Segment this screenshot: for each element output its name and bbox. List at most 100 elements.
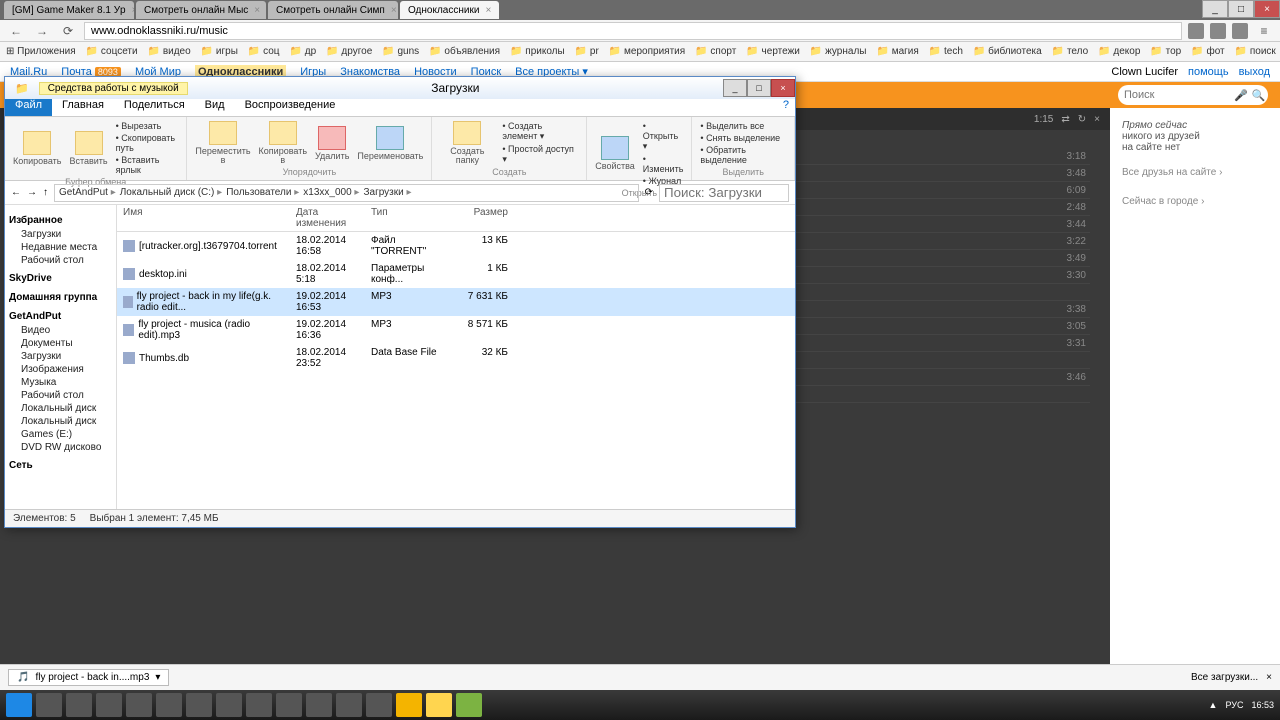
taskbar-app[interactable] [36, 693, 62, 717]
start-button[interactable] [6, 693, 32, 717]
nav-item[interactable]: Games (E:) [7, 428, 114, 441]
reload-button[interactable]: ⟳ [58, 22, 78, 40]
taskbar-app[interactable] [306, 693, 332, 717]
bookmark-item[interactable]: 📁 магия [876, 46, 918, 57]
maximize-button[interactable]: □ [747, 79, 771, 97]
tab-gamemaker[interactable]: [GM] Game Maker 8.1 Уp× [4, 1, 134, 19]
taskbar-app[interactable] [246, 693, 272, 717]
taskbar-app[interactable] [216, 693, 242, 717]
nav-item[interactable]: Локальный диск [7, 415, 114, 428]
bookmark-item[interactable]: 📁 декор [1098, 46, 1140, 57]
bookmark-item[interactable]: 📁 pr [575, 46, 599, 57]
close-button[interactable]: × [771, 79, 795, 97]
taskbar-app[interactable] [336, 693, 362, 717]
explorer-search-input[interactable] [659, 184, 789, 202]
shuffle-icon[interactable]: ⇄ [1061, 114, 1069, 125]
invert-selection-button[interactable]: Обратить выделение [700, 145, 786, 165]
bookmark-item[interactable]: 📁 спорт [695, 46, 736, 57]
clock[interactable]: 16:53 [1251, 700, 1274, 710]
col-type[interactable]: Тип [367, 205, 457, 231]
bookmark-item[interactable]: 📁 чертежи [746, 46, 800, 57]
nav-item[interactable]: Изображения [7, 363, 114, 376]
bookmark-item[interactable]: 📁 tech [929, 46, 963, 57]
bookmark-item[interactable]: 📁 соц [248, 46, 280, 57]
all-downloads-link[interactable]: Все загрузки... [1191, 672, 1258, 683]
file-row[interactable]: fly project - musica (radio edit).mp319.… [117, 316, 795, 344]
logout-link[interactable]: выход [1239, 66, 1270, 78]
delete-button[interactable]: Удалить [315, 121, 349, 165]
bookmark-item[interactable]: 📁 guns [382, 46, 419, 57]
taskbar-chrome[interactable] [396, 693, 422, 717]
nav-item[interactable]: Локальный диск [7, 402, 114, 415]
rename-button[interactable]: Переименовать [357, 121, 423, 165]
col-name[interactable]: Имя [117, 205, 292, 231]
easy-access-button[interactable]: Простой доступ ▾ [502, 144, 578, 165]
forward-button[interactable]: → [32, 22, 52, 40]
tab-video2[interactable]: Смотреть онлайн Симп× [268, 1, 398, 19]
close-player-icon[interactable]: × [1094, 114, 1100, 125]
new-folder-button[interactable]: Создать папку [440, 121, 494, 165]
bookmark-item[interactable]: 📁 мероприятия [609, 46, 685, 57]
taskbar-app[interactable] [456, 693, 482, 717]
nav-skydrive[interactable]: SkyDrive [7, 271, 114, 286]
music-tools-tab[interactable]: Средства работы с музыкой [39, 82, 188, 95]
taskbar-app[interactable] [186, 693, 212, 717]
nav-homegroup[interactable]: Домашняя группа [7, 290, 114, 305]
ribbon-tab-share[interactable]: Поделиться [114, 99, 195, 116]
nav-network[interactable]: Сеть [7, 458, 114, 473]
back-button[interactable]: ← [11, 187, 21, 198]
mic-icon[interactable]: 🎤 [1234, 89, 1248, 102]
taskbar-app[interactable] [366, 693, 392, 717]
crumb[interactable]: x13xx_000 [303, 187, 359, 198]
download-chip[interactable]: 🎵 fly project - back in....mp3 ▾ [8, 669, 169, 686]
tab-video1[interactable]: Смотреть онлайн Мыс× [136, 1, 266, 19]
cut-button[interactable]: Вырезать [116, 121, 179, 131]
copy-button[interactable]: Копировать [13, 121, 61, 175]
bookmark-item[interactable]: 📁 фот [1191, 46, 1224, 57]
close-icon[interactable]: × [391, 5, 397, 16]
bookmark-item[interactable]: 📁 библиотека [973, 46, 1042, 57]
ribbon-tab-play[interactable]: Воспроизведение [235, 99, 346, 116]
taskbar-app[interactable] [96, 693, 122, 717]
refresh-icon[interactable]: ⟳ [645, 187, 653, 198]
forward-button[interactable]: → [27, 187, 37, 198]
lang-indicator[interactable]: РУС [1225, 700, 1243, 710]
file-row[interactable]: desktop.ini18.02.2014 5:18Параметры конф… [117, 260, 795, 288]
help-link[interactable]: помощь [1188, 66, 1229, 78]
select-all-button[interactable]: Выделить все [700, 121, 786, 131]
taskbar-explorer[interactable] [426, 693, 452, 717]
taskbar-app[interactable] [126, 693, 152, 717]
file-row[interactable]: [rutracker.org].t3679704.torrent18.02.20… [117, 232, 795, 260]
move-to-button[interactable]: Переместить в [195, 121, 250, 165]
ribbon-tab-view[interactable]: Вид [195, 99, 235, 116]
search-icon[interactable]: 🔍 [1252, 89, 1266, 102]
bookmark-item[interactable]: 📁 объявления [429, 46, 500, 57]
extension-icon[interactable] [1210, 23, 1226, 39]
copy-path-button[interactable]: Скопировать путь [116, 133, 179, 153]
nav-item[interactable]: Документы [7, 337, 114, 350]
nav-downloads[interactable]: Загрузки [7, 228, 114, 241]
city-now-link[interactable]: Сейчас в городе › [1122, 196, 1268, 207]
select-none-button[interactable]: Снять выделение [700, 133, 786, 143]
nav-item[interactable]: Музыка [7, 376, 114, 389]
taskbar-app[interactable] [66, 693, 92, 717]
search-input[interactable] [1124, 89, 1234, 101]
breadcrumb[interactable]: GetAndPutЛокальный диск (C:)Пользователи… [54, 184, 639, 202]
nav-item[interactable]: DVD RW дисково [7, 441, 114, 454]
copy-to-button[interactable]: Копировать в [259, 121, 307, 165]
file-row[interactable]: Thumbs.db18.02.2014 23:52Data Base File3… [117, 344, 795, 372]
close-icon[interactable]: × [485, 5, 491, 16]
properties-button[interactable]: Свойства [595, 121, 635, 186]
tray-icon[interactable]: ▲ [1209, 700, 1218, 710]
bookmark-item[interactable]: 📁 другое [326, 46, 372, 57]
close-shelf-icon[interactable]: × [1266, 672, 1272, 683]
col-date[interactable]: Дата изменения [292, 205, 367, 231]
bookmark-item[interactable]: 📁 видео [148, 46, 191, 57]
repeat-icon[interactable]: ↻ [1078, 114, 1086, 125]
bookmark-item[interactable]: 📁 поиск [1235, 46, 1276, 57]
open-button[interactable]: Открыть ▾ [643, 121, 684, 152]
paste-shortcut-button[interactable]: Вставить ярлык [116, 155, 179, 175]
ribbon-tab-file[interactable]: Файл [5, 99, 52, 116]
extension-icon[interactable] [1188, 23, 1204, 39]
crumb[interactable]: Загрузки [363, 187, 411, 198]
